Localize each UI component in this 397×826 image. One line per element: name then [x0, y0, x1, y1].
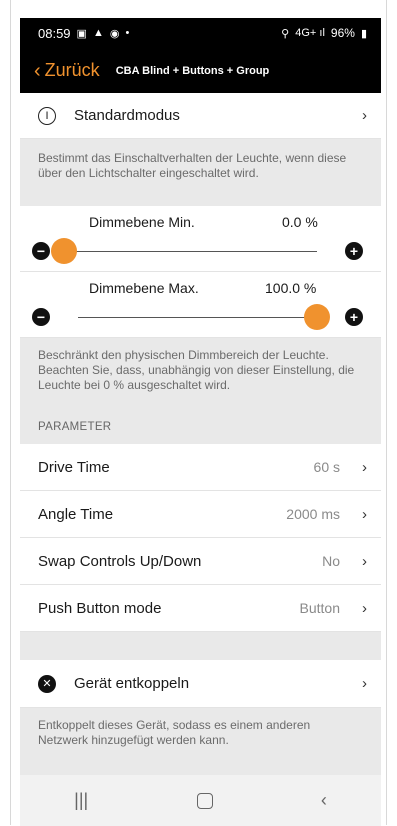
page-title: CBA Blind + Buttons + Group [115, 64, 270, 77]
home-icon[interactable] [196, 792, 213, 809]
recent-apps-icon[interactable]: ||| [74, 790, 88, 811]
decouple-description: Entkoppelt dieses Gerät, sodass es einem… [20, 708, 381, 778]
dim-max-thumb[interactable] [304, 304, 330, 330]
phone-screen: 08:59 ▣ ▲ ◉ • ⚲ 4G+ ıl 96% ▮ ‹ Zurück CB… [20, 18, 381, 826]
dim-max-track[interactable] [78, 317, 317, 318]
param-row-push-button-mode[interactable]: Push Button mode Button › [20, 585, 381, 632]
chrome-icon: ◉ [109, 27, 120, 40]
dim-max-decrease-button[interactable]: − [32, 308, 50, 326]
back-button[interactable]: ‹ Zurück [34, 60, 100, 81]
section-spacer [20, 632, 381, 660]
dim-max-increase-button[interactable]: + [345, 308, 363, 326]
dim-min-decrease-button[interactable]: − [32, 242, 50, 260]
dim-max-slider: Dimmebene Max. 100.0 % − + [20, 272, 381, 338]
nav-bar: ‹ Zurück CBA Blind + Buttons + Group [20, 48, 381, 93]
param-value: 60 s [313, 459, 340, 475]
nav-arrow-icon: ▲ [92, 27, 104, 39]
param-label: Drive Time [38, 458, 110, 476]
chevron-right-icon: › [362, 599, 367, 617]
battery-percent: 96% [330, 26, 355, 40]
android-nav-bar: ||| ‹ [20, 775, 381, 826]
standardmodus-label: Standardmodus [74, 107, 180, 124]
parameter-section-header: PARAMETER [20, 410, 381, 444]
dim-min-slider: Dimmebene Min. 0.0 % − + [20, 206, 381, 272]
param-value: No [322, 553, 340, 569]
param-row-swap-controls[interactable]: Swap Controls Up/Down No › [20, 538, 381, 585]
param-label: Angle Time [38, 505, 114, 523]
gray-gap [20, 398, 381, 410]
location-icon: ⚲ [281, 27, 290, 40]
dim-description: Beschränkt den physischen Dimmbereich de… [20, 338, 381, 398]
dim-max-label: Dimmebene Max. [89, 280, 199, 296]
signal-icon: 4G+ ıl [295, 27, 325, 39]
dim-min-increase-button[interactable]: + [345, 242, 363, 260]
chevron-right-icon: › [362, 458, 367, 476]
dot-icon: • [125, 27, 130, 39]
decouple-label: Gerät entkoppeln [74, 675, 190, 692]
gallery-icon: ▣ [76, 27, 87, 40]
chevron-left-icon: ‹ [34, 59, 41, 82]
chevron-right-icon: › [362, 552, 367, 570]
param-value: 2000 ms [286, 506, 340, 522]
dim-min-label: Dimmebene Min. [89, 214, 195, 230]
dim-min-track[interactable] [64, 251, 317, 252]
chevron-right-icon: › [362, 107, 367, 124]
chevron-right-icon: › [362, 675, 367, 692]
network-type: 4G+ [295, 27, 317, 39]
status-bar: 08:59 ▣ ▲ ◉ • ⚲ 4G+ ıl 96% ▮ [20, 18, 381, 48]
param-row-drive-time[interactable]: Drive Time 60 s › [20, 444, 381, 491]
decouple-row[interactable]: ✕ Gerät entkoppeln › [20, 660, 381, 708]
dim-min-value: 0.0 % [282, 214, 318, 230]
standardmodus-description: Bestimmt das Einschaltverhalten der Leuc… [20, 139, 381, 206]
param-label: Push Button mode [38, 599, 162, 617]
param-value: Button [299, 600, 340, 616]
param-row-angle-time[interactable]: Angle Time 2000 ms › [20, 491, 381, 538]
dim-max-value: 100.0 % [265, 280, 317, 296]
param-label: Swap Controls Up/Down [38, 552, 202, 570]
standardmodus-row[interactable]: I Standardmodus › [20, 93, 381, 139]
back-nav-icon[interactable]: ‹ [321, 790, 327, 811]
dim-min-thumb[interactable] [51, 238, 77, 264]
status-time: 08:59 [38, 25, 71, 41]
battery-icon: ▮ [360, 27, 367, 40]
info-icon: I [38, 106, 56, 125]
back-label: Zurück [44, 60, 100, 80]
close-circle-icon: ✕ [38, 674, 56, 693]
chevron-right-icon: › [362, 505, 367, 523]
